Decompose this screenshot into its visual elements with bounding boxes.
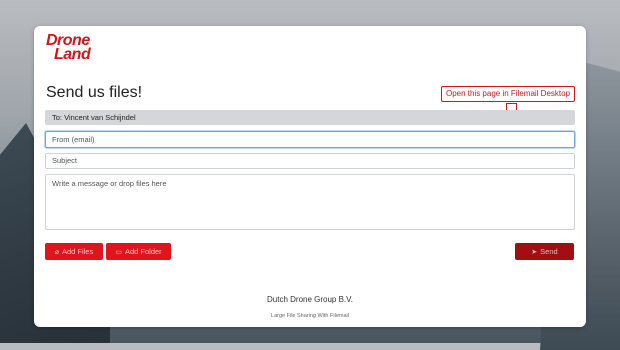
add-folder-button[interactable]: ▭ Add Folder <box>106 243 171 260</box>
add-folder-label: Add Folder <box>124 247 162 256</box>
folder-icon: ▭ <box>115 249 122 256</box>
add-files-button[interactable]: ⌀ Add Files <box>45 243 103 260</box>
page-title: Send us files! <box>46 84 143 101</box>
brand-logo[interactable]: Drone Land <box>46 33 104 66</box>
from-email-field[interactable]: From (email) <box>45 131 575 148</box>
add-files-label: Add Files <box>61 247 94 256</box>
send-icon: ➤ <box>531 249 538 256</box>
send-button[interactable]: ➤ Send <box>515 243 574 260</box>
footer-tagline[interactable]: Large File Sharing With Filemail <box>34 313 586 319</box>
open-desktop-button[interactable]: Open this page in Filemail Desktop <box>441 86 575 113</box>
upload-card: Drone Land Send us files! Open this page… <box>34 26 586 327</box>
footer-company: Dutch Drone Group B.V. <box>267 295 353 304</box>
message-field[interactable]: Write a message or drop files here <box>45 174 575 230</box>
open-desktop-label: Open this page in Filemail Desktop <box>445 89 571 98</box>
paperclip-icon: ⌀ <box>54 249 59 256</box>
subject-field[interactable]: Subject <box>45 153 575 169</box>
recipient-bar: To: Vincent van Schijndel <box>45 110 575 125</box>
logo-line2: Land <box>54 46 91 63</box>
send-label: Send <box>540 247 558 256</box>
